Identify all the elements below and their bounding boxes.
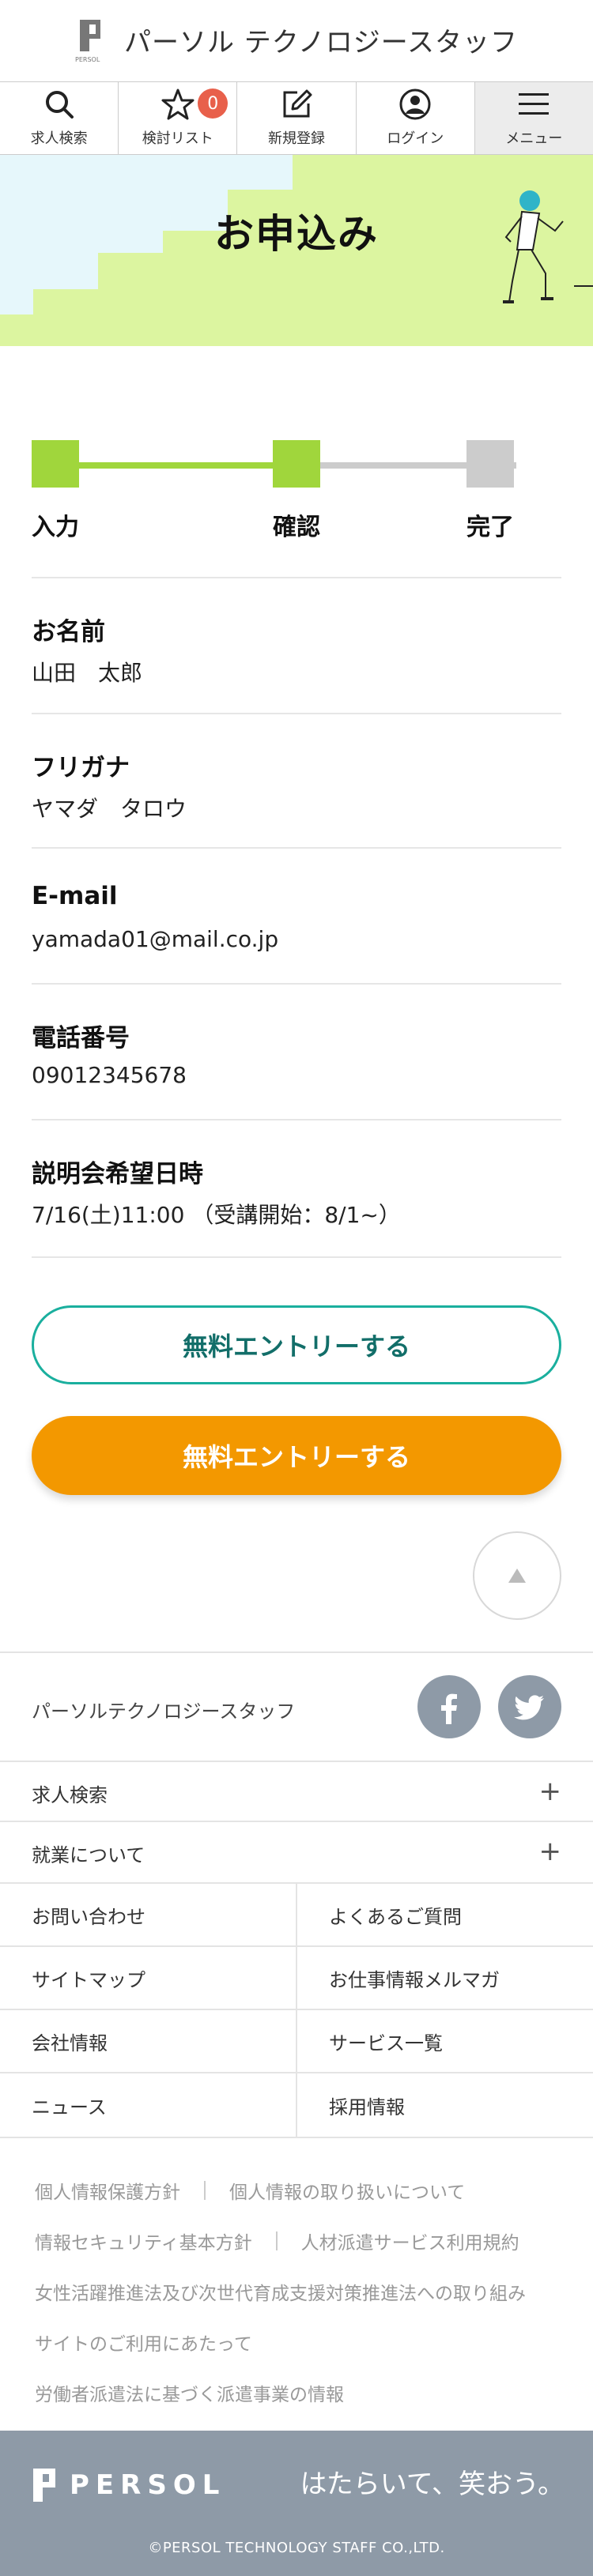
- step-marker-complete: [466, 440, 514, 488]
- step-marker-input: [32, 440, 79, 488]
- field-furigana: フリガナ ヤマダ タロウ: [32, 713, 561, 847]
- menu-icon: [517, 88, 550, 121]
- field-seminar-date: 説明会希望日時 7/16(土)11:00 （受講開始：8/1~）: [32, 1119, 561, 1256]
- footer-link[interactable]: 会社情報: [0, 2010, 297, 2072]
- field-value: yamada01@mail.co.jp: [32, 926, 279, 952]
- copyright: ©PERSOL TECHNOLOGY STAFF CO.,LTD.: [148, 2540, 445, 2556]
- nav-register[interactable]: 新規登録: [237, 82, 357, 154]
- womens-advancement-link[interactable]: 女性活躍推進法及び次世代育成支援対策推進法への取り組み: [35, 2278, 526, 2305]
- star-icon: [161, 88, 195, 121]
- progress-steps: 入力 確認 完了: [32, 427, 561, 545]
- accordion-label: 求人検索: [32, 1784, 108, 1806]
- footer-link[interactable]: よくあるご質問: [297, 1884, 593, 1945]
- brand-name[interactable]: パーソル テクノロジースタッフ: [124, 21, 518, 59]
- field-value: 09012345678: [32, 1062, 187, 1088]
- footer-link[interactable]: お問い合わせ: [0, 1884, 297, 1945]
- nav-label: メニュー: [505, 130, 563, 147]
- sublink-row: 女性活躍推進法及び次世代育成支援対策推進法への取り組み: [35, 2266, 572, 2317]
- svg-text:PERSOL: PERSOL: [75, 56, 100, 62]
- dispatch-terms-link[interactable]: 人材派遣サービス利用規約: [301, 2228, 519, 2254]
- page-top-button[interactable]: [473, 1531, 561, 1620]
- field-value: 山田 太郎: [32, 660, 143, 686]
- nav-label: 新規登録: [268, 130, 325, 147]
- step-label-input: 入力: [32, 514, 79, 541]
- nav-label: ログイン: [387, 130, 444, 147]
- field-label: 説明会希望日時: [32, 1160, 203, 1188]
- nav-job-search[interactable]: 求人検索: [0, 82, 119, 154]
- footer-logo-text: PERSOL: [70, 2469, 226, 2501]
- security-policy-link[interactable]: 情報セキュリティ基本方針: [35, 2228, 252, 2254]
- triangle-up-icon: [508, 1569, 526, 1583]
- footer-link[interactable]: 採用情報: [297, 2073, 593, 2137]
- field-label: お名前: [32, 618, 105, 646]
- sublink-row: 個人情報保護方針 個人情報の取り扱いについて: [35, 2165, 572, 2216]
- footer-catchcopy: はたらいて、笑おう。: [300, 2469, 565, 2500]
- link-row: ニュース 採用情報: [0, 2073, 593, 2137]
- field-label: E-mail: [32, 882, 118, 910]
- field-value: ヤマダ タロウ: [32, 796, 187, 822]
- edit-icon: [280, 88, 313, 121]
- dispatch-info-link[interactable]: 労働者派遣法に基づく派遣事業の情報: [35, 2379, 344, 2406]
- footer-link[interactable]: サイトマップ: [0, 1947, 297, 2009]
- divider: [204, 2181, 206, 2200]
- field-label: フリガナ: [32, 754, 130, 782]
- divider: [32, 1256, 561, 1258]
- footer-company-bar: パーソルテクノロジースタッフ: [0, 1651, 593, 1762]
- privacy-policy-link[interactable]: 個人情報保護方針: [35, 2177, 180, 2204]
- twitter-icon[interactable]: [498, 1675, 561, 1738]
- link-row: お問い合わせ よくあるご質問: [0, 1884, 593, 1947]
- facebook-icon[interactable]: [417, 1675, 481, 1738]
- site-usage-link[interactable]: サイトのご利用にあたって: [35, 2329, 252, 2356]
- footer-company-name: パーソルテクノロジースタッフ: [32, 1700, 296, 1723]
- nav-label: 検討リスト: [142, 130, 213, 147]
- divider: [275, 2231, 278, 2250]
- footer-link[interactable]: サービス一覧: [297, 2010, 593, 2072]
- footer-bottom: PERSOL はたらいて、笑おう。 ©PERSOL TECHNOLOGY STA…: [0, 2431, 593, 2576]
- nav-menu[interactable]: メニュー: [474, 82, 593, 154]
- accordion-label: 就業について: [32, 1844, 145, 1866]
- link-row: サイトマップ お仕事情報メルマガ: [0, 1947, 593, 2010]
- sublink-row: 労働者派遣法に基づく派遣事業の情報: [35, 2367, 572, 2418]
- footer-logo[interactable]: PERSOL: [32, 2467, 225, 2503]
- persol-logo-icon[interactable]: PERSOL: [75, 17, 108, 63]
- persol-logo-icon: [33, 2469, 55, 2502]
- global-nav: 求人検索 0 検討リスト 新規登録 ログイン メニュー: [0, 81, 593, 155]
- step-label-confirm: 確認: [273, 514, 320, 541]
- plus-icon: +: [538, 1836, 562, 1867]
- nav-favorites[interactable]: 0 検討リスト: [119, 82, 238, 154]
- page-title: お申込み: [214, 211, 379, 257]
- step-marker-confirm: [273, 440, 320, 488]
- step-connector-done: [77, 462, 303, 469]
- sublink-row: 情報セキュリティ基本方針 人材派遣サービス利用規約: [35, 2216, 572, 2266]
- personal-info-handling-link[interactable]: 個人情報の取り扱いについて: [229, 2177, 465, 2204]
- footer-accordion-employment[interactable]: 就業について +: [0, 1821, 593, 1881]
- footer-link[interactable]: ニュース: [0, 2073, 297, 2137]
- user-icon: [398, 88, 432, 121]
- plus-icon: +: [538, 1776, 562, 1807]
- favorites-count-badge: 0: [198, 89, 229, 119]
- nav-label: 求人検索: [30, 130, 88, 147]
- step-label-complete: 完了: [466, 514, 514, 541]
- search-icon: [43, 88, 76, 121]
- nav-login[interactable]: ログイン: [357, 82, 475, 154]
- site-header: PERSOL パーソル テクノロジースタッフ: [0, 0, 593, 79]
- field-email: E-mail yamada01@mail.co.jp: [32, 847, 561, 981]
- field-value: 7/16(土)11:00 （受講開始：8/1~）: [32, 1202, 401, 1228]
- footer-link[interactable]: お仕事情報メルマガ: [297, 1947, 593, 2009]
- field-name: お名前 山田 太郎: [32, 577, 561, 713]
- free-entry-outline-button[interactable]: 無料エントリーする: [32, 1305, 561, 1384]
- footer-policy-links: 個人情報保護方針 個人情報の取り扱いについて 情報セキュリティ基本方針 人材派遣…: [35, 2165, 572, 2418]
- field-label: 電話番号: [32, 1024, 130, 1053]
- field-phone: 電話番号 09012345678: [32, 983, 561, 1117]
- footer-link-grid: お問い合わせ よくあるご質問 サイトマップ お仕事情報メルマガ 会社情報 サービ…: [0, 1882, 593, 2138]
- link-row: 会社情報 サービス一覧: [0, 2010, 593, 2073]
- sublink-row: サイトのご利用にあたって: [35, 2317, 572, 2367]
- free-entry-submit-button[interactable]: 無料エントリーする: [32, 1416, 561, 1495]
- footer-accordion-job-search[interactable]: 求人検索 +: [0, 1761, 593, 1821]
- page-hero: お申込み: [0, 155, 593, 346]
